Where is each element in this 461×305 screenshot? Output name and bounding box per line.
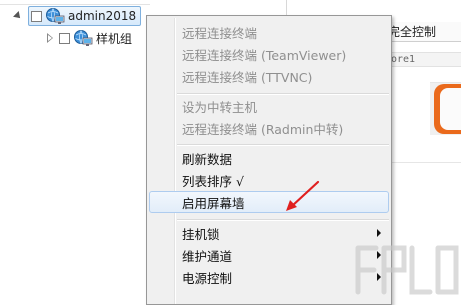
divider [385, 162, 461, 163]
remote-screen-inner [440, 88, 461, 130]
menu-item-refresh-data[interactable]: 刷新数据 [149, 147, 389, 169]
tree-node-selection[interactable]: admin2018 [28, 6, 142, 26]
menu-item-list-sort[interactable]: 列表排序 √ [149, 169, 389, 191]
menu-item-label: 电源控制 [182, 270, 233, 286]
tree-node-label: 样机组 [96, 31, 133, 46]
menu-item-label: 远程连接终端 [182, 25, 258, 41]
menu-item-label: 维护通道 [182, 248, 233, 264]
menu-separator [177, 144, 389, 146]
menu-item-label: 设为中转主机 [182, 99, 258, 115]
column-header-full-control[interactable]: 完全控制 [385, 22, 461, 42]
menu-item-label: 列表排序 √ [182, 173, 244, 189]
tree-node-label: admin2018 [68, 9, 137, 23]
tree-node-sample-group[interactable]: 样机组 [47, 29, 132, 47]
menu-item-remote-terminal[interactable]: 远程连接终端 [149, 21, 389, 43]
menu-item-set-relay-host[interactable]: 设为中转主机 [149, 95, 389, 117]
menu-item-label: 刷新数据 [182, 151, 233, 167]
menu-item-label: 挂机锁 [182, 226, 220, 242]
menu-item-remote-terminal-ttvnc[interactable]: 远程连接终端 (TTVNC) [149, 65, 389, 87]
network-computer-icon [74, 30, 93, 46]
expanded-triangle-icon[interactable] [13, 11, 23, 21]
tree-node-checkbox[interactable] [31, 10, 42, 22]
row-text-label: ore1 [391, 54, 416, 65]
menu-item-enable-screen-wall[interactable]: 启用屏幕墙 [149, 191, 389, 213]
tree-node-admin2018[interactable]: admin2018 [13, 6, 143, 26]
site-logo-watermark [355, 245, 459, 295]
network-computer-icon [46, 8, 65, 24]
red-pointer-arrow-icon [286, 180, 320, 211]
menu-item-label: 远程连接终端 (TeamViewer) [182, 47, 347, 63]
menu-item-remote-terminal-radmin[interactable]: 远程连接终端 (Radmin中转) [149, 117, 389, 139]
menu-item-remote-terminal-teamviewer[interactable]: 远程连接终端 (TeamViewer) [149, 43, 389, 65]
row-text: ore1 [385, 52, 461, 67]
menu-item-label: 启用屏幕墙 [182, 195, 245, 211]
menu-item-label: 远程连接终端 (TTVNC) [182, 69, 313, 85]
column-header-label: 完全控制 [388, 25, 437, 39]
menu-separator [177, 219, 389, 221]
tree-node-checkbox[interactable] [59, 32, 70, 44]
tree-top-strip [0, 0, 150, 5]
collapsed-triangle-icon[interactable] [47, 33, 53, 43]
menu-item-label: 远程连接终端 (Radmin中转) [182, 121, 344, 137]
submenu-arrow-icon [377, 229, 381, 237]
